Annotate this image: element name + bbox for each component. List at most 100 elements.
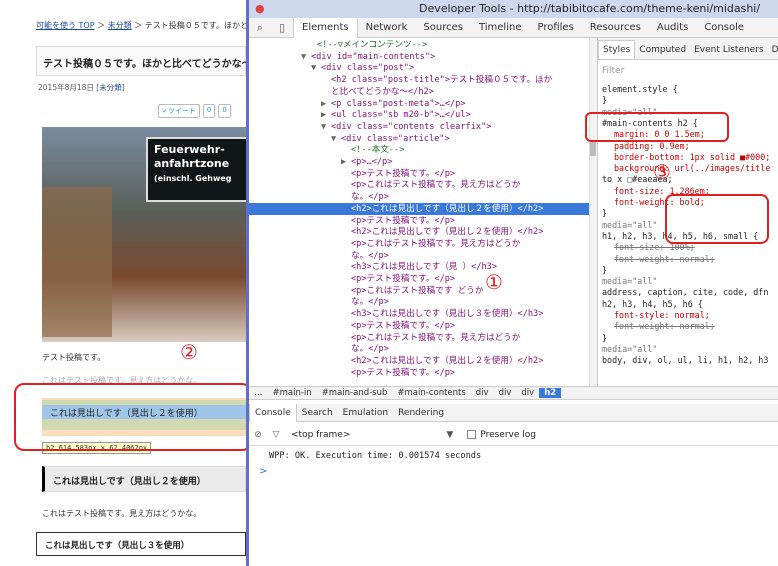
css-line: background: url(../images/title <box>614 163 771 174</box>
dom-node[interactable]: <h2>これは見出しです（見出し２を使用）</h2> <box>249 226 589 238</box>
dom-node[interactable]: な。</p> <box>249 343 589 355</box>
dom-node[interactable]: <p>テスト投稿です。</p> <box>249 168 589 180</box>
console-toolbar: ⊘ ▽ <top frame> ▼ Preserve log <box>249 424 778 446</box>
dom-node[interactable]: <!--本文--> <box>249 144 589 156</box>
tab-timeline[interactable]: Timeline <box>471 18 530 38</box>
dom-node[interactable]: <p>テスト投稿です。</p> <box>249 215 589 227</box>
dom-node[interactable]: な。</p> <box>249 191 589 203</box>
tab-network[interactable]: Network <box>358 18 416 38</box>
clear-console-icon[interactable]: ⊘ <box>249 430 267 440</box>
tab-resources[interactable]: Resources <box>582 18 649 38</box>
dom-crumb[interactable]: #main-in <box>268 388 317 398</box>
dom-node[interactable]: ▼ <div class="contents clearfix"> <box>249 121 589 133</box>
dom-crumb[interactable]: div <box>471 388 494 398</box>
console-prompt[interactable]: > <box>259 466 267 477</box>
drawer-tab-rendering[interactable]: Rendering <box>393 404 449 422</box>
css-line: element.style { <box>602 84 678 94</box>
tab-sources[interactable]: Sources <box>415 18 471 38</box>
tab-profiles[interactable]: Profiles <box>529 18 581 38</box>
marker-2: ② <box>180 340 198 364</box>
hatena-button[interactable]: 0 <box>218 104 231 118</box>
expand-arrow-icon[interactable]: ▶ <box>321 109 331 121</box>
callout-box-2 <box>14 383 246 451</box>
dom-node[interactable]: <p>これはテスト投稿です。見え方はどうか <box>249 179 589 191</box>
dom-node[interactable]: ▶ <ul class="sb m20-b">…</ul> <box>249 109 589 121</box>
tab-styles[interactable]: Styles <box>598 40 636 59</box>
dom-node[interactable]: <h3>これは見出しです（見 ）</h3> <box>249 261 589 273</box>
dom-crumb[interactable]: div <box>516 388 539 398</box>
expand-arrow-icon[interactable]: ▼ <box>311 62 321 74</box>
breadcrumb-category-link[interactable]: 未分類 <box>108 21 132 30</box>
tab-computed[interactable]: Computed <box>635 41 690 59</box>
devtools-toolbar: ⌕ ▯ Elements Network Sources Timeline Pr… <box>249 17 778 38</box>
dom-node[interactable]: <p>テスト投稿です。</p> <box>249 320 589 332</box>
dom-node[interactable]: と比べてどうかな〜</h2> <box>249 86 589 98</box>
tab-console[interactable]: Console <box>696 18 752 38</box>
expand-arrow-icon[interactable]: ▶ <box>341 156 351 168</box>
dom-crumb[interactable]: h2 <box>539 388 562 398</box>
category-link[interactable]: 未分類 <box>99 83 122 92</box>
dom-node[interactable]: ▶ <p>…</p> <box>249 156 589 168</box>
expand-arrow-icon[interactable]: ▼ <box>331 133 341 145</box>
h3-heading: これは見出しです（見出し３を使用） <box>36 532 246 556</box>
elements-scrollbar[interactable] <box>589 38 597 386</box>
dom-node[interactable]: <p>テスト投稿です。</p> <box>249 273 589 285</box>
dom-crumb[interactable]: … <box>249 388 268 398</box>
dom-node[interactable]: な。</p> <box>249 250 589 262</box>
dom-node[interactable]: <h3>これは見出しです（見出し３を使用）</h3> <box>249 308 589 320</box>
dom-node[interactable]: ▼ <div class="article"> <box>249 133 589 145</box>
css-line: font-weight: normal; <box>614 253 715 264</box>
building-shape <box>42 187 112 337</box>
device-mode-icon[interactable]: ▯ <box>271 21 293 34</box>
drawer-tab-search[interactable]: Search <box>297 404 338 422</box>
tab-event-listeners[interactable]: Event Listeners <box>690 41 768 59</box>
drawer-tab-emulation[interactable]: Emulation <box>338 404 393 422</box>
dom-node[interactable]: <p>これはテスト投稿です。見え方はどうか <box>249 238 589 250</box>
css-line: } <box>602 208 608 219</box>
css-line: address, caption, cite, code, dfn <box>602 287 769 298</box>
css-line: font-weight: normal; <box>614 321 715 332</box>
dom-node[interactable]: な。</p> <box>249 296 589 308</box>
styles-tabs: Styles Computed Event Listeners DC <box>598 38 778 60</box>
breadcrumb: 可能を使う TOP ＞ 未分類 ＞ テスト投稿０５です。ほかと比 <box>36 20 246 31</box>
post-text: テスト投稿です。 <box>42 353 106 362</box>
preserve-log-checkbox[interactable] <box>467 430 477 439</box>
inspect-icon[interactable]: ⌕ <box>249 21 271 35</box>
css-line: h2, h3, h4, h5, h6 { <box>602 298 703 309</box>
dom-crumb[interactable]: #main-contents <box>392 388 470 398</box>
window-title: Developer Tools - http://tabibitocafe.co… <box>419 2 761 15</box>
css-line: font-style: normal; <box>614 310 710 320</box>
dom-node[interactable]: <h2 class="post-title">テスト投稿０５です。ほか <box>249 74 589 86</box>
dom-crumb[interactable]: div <box>494 388 517 398</box>
dom-node[interactable]: <p>テスト投稿です。</p> <box>249 367 589 379</box>
css-line: media="all" <box>602 219 658 230</box>
styles-filter-input[interactable]: Filter <box>602 66 624 76</box>
tab-elements[interactable]: Elements <box>293 17 358 38</box>
expand-arrow-icon[interactable]: ▼ <box>321 121 331 133</box>
dom-node[interactable]: ▼ <div id="main-contents"> <box>249 51 589 63</box>
scroll-thumb[interactable] <box>590 140 596 156</box>
dom-node-selected[interactable]: <h2>これは見出しです（見出し２を使用）</h2> <box>249 202 589 215</box>
post-title: テスト投稿０５です。ほかと比べてどうかな〜 <box>36 46 246 76</box>
dom-node[interactable]: <h2>これは見出しです（見出し２を使用）</h2> <box>249 355 589 367</box>
css-line: media="all" <box>602 276 658 287</box>
expand-arrow-icon[interactable]: ▶ <box>321 98 331 110</box>
devtools-titlebar: ● Developer Tools - http://tabibitocafe.… <box>249 0 778 18</box>
frame-select[interactable]: <top frame> <box>285 430 356 440</box>
dom-crumb[interactable]: #main-and-sub <box>317 388 393 398</box>
dom-node[interactable]: <p>これはテスト投稿です どうか <box>249 285 589 297</box>
tab-audits[interactable]: Audits <box>649 18 696 38</box>
h2-heading: これは見出しです（見出し２を使用） <box>42 466 246 492</box>
share-count: 0 <box>202 104 216 118</box>
dom-node[interactable]: ▼ <div class="post"> <box>249 62 589 74</box>
chevron-down-icon[interactable]: ▼ <box>446 430 453 440</box>
drawer-tab-console[interactable]: Console <box>249 403 297 422</box>
tweet-button[interactable]: ✓ツイート <box>158 104 200 118</box>
tab-dom-breakpoints[interactable]: DC <box>768 41 778 59</box>
filter-icon[interactable]: ▽ <box>267 430 285 440</box>
dom-node[interactable]: <!--▽メインコンテンツ--> <box>249 39 589 51</box>
dom-node[interactable]: <p>これはテスト投稿です。見え方はどうか <box>249 332 589 344</box>
expand-arrow-icon[interactable]: ▼ <box>301 51 311 63</box>
dom-node[interactable]: ▶ <p class="post-meta">…</p> <box>249 98 589 110</box>
breadcrumb-top-link[interactable]: 可能を使う TOP <box>36 21 95 30</box>
